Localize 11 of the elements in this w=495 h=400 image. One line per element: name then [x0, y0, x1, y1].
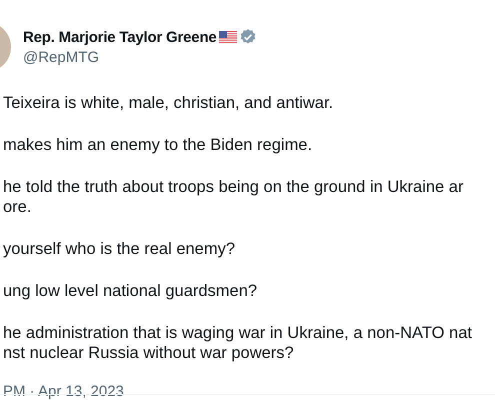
flag-icon: [218, 30, 237, 44]
tweet-text-line: yourself who is the real enemy?: [3, 239, 236, 259]
tweet-text-line: nst nuclear Russia without war powers?: [3, 343, 294, 363]
tweet-text-line: Teixeira is white, male, christian, and antiwar.: [3, 93, 334, 113]
tweet-text-line: makes him an enemy to the Biden regime.: [3, 135, 312, 155]
tweet-text-line: he administration that is waging war in Ukraine, a non-NATO nat: [3, 323, 472, 343]
tweet-text-line: ore.: [3, 197, 32, 217]
author-name[interactable]: Rep. Marjorie Taylor Greene: [23, 28, 217, 46]
author-handle[interactable]: @RepMTG: [23, 49, 257, 66]
tweet-text-line: ung low level national guardsmen?: [3, 281, 258, 301]
tweet-text-line: he told the truth about troops being on the ground in Ukraine ar: [3, 177, 464, 197]
